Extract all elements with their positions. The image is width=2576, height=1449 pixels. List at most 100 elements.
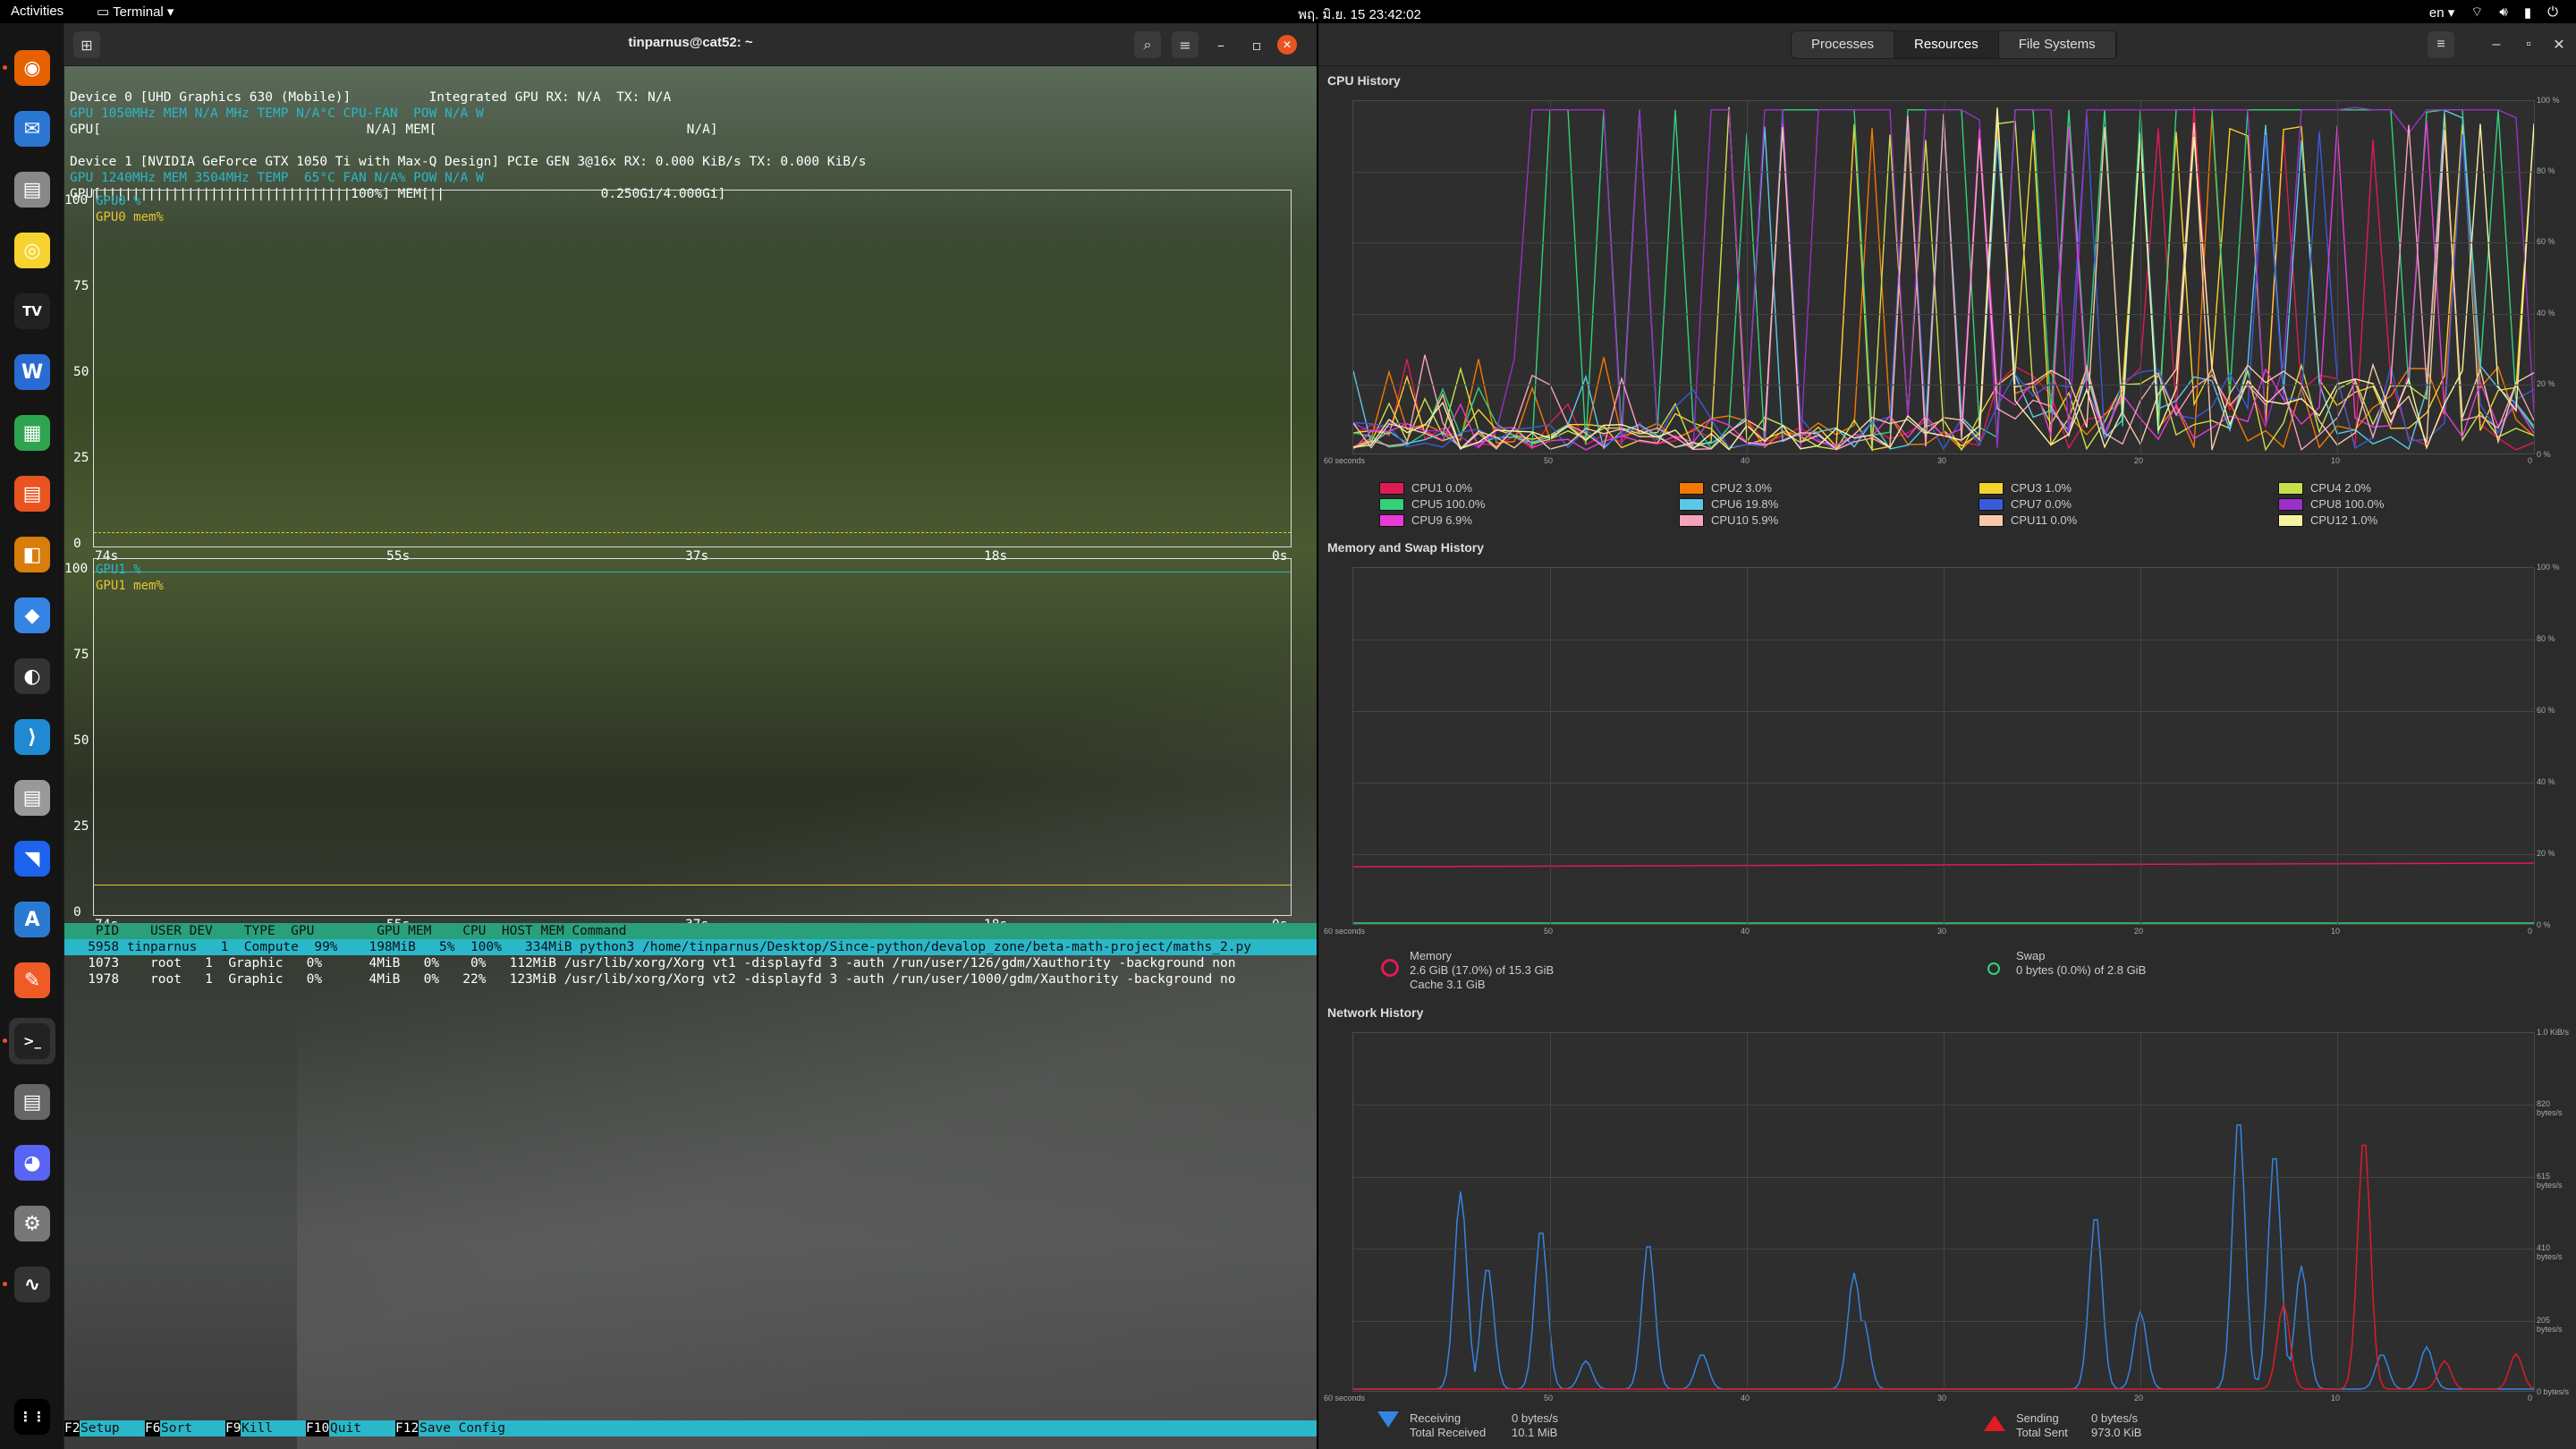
discord-icon[interactable]: ◕ bbox=[9, 1140, 55, 1186]
writer-icon[interactable]: W bbox=[9, 349, 55, 395]
cpu-legend-item[interactable]: CPU5 100.0% bbox=[1379, 497, 1485, 511]
cpu-legend-item[interactable]: CPU4 2.0% bbox=[2278, 481, 2371, 495]
color-swatch[interactable] bbox=[1379, 513, 1404, 527]
y-axis-label: 100 % bbox=[2537, 96, 2560, 105]
x-axis-label: 20 bbox=[2134, 1394, 2144, 1402]
process-row[interactable]: 1978 root 1 Graphic 0% 4MiB 0% 22% 123Mi… bbox=[64, 971, 1317, 987]
draw-glyph: ◧ bbox=[14, 537, 50, 572]
tab-file-systems[interactable]: File Systems bbox=[1998, 31, 2116, 58]
app-menu[interactable]: ▭ Terminal ▾ bbox=[97, 4, 174, 20]
document-viewer-icon[interactable]: ▤ bbox=[9, 1079, 55, 1125]
database-icon[interactable]: ▤ bbox=[9, 775, 55, 821]
firefox-icon[interactable]: ◉ bbox=[9, 45, 55, 91]
fkey-f9[interactable]: F9 bbox=[225, 1420, 242, 1436]
process-row[interactable]: 1073 root 1 Graphic 0% 4MiB 0% 0% 112MiB… bbox=[64, 955, 1317, 971]
grid-line bbox=[1550, 1033, 1551, 1391]
grid-line bbox=[1944, 568, 1945, 924]
language-indicator[interactable]: en ▾ bbox=[2429, 4, 2454, 21]
fkey-f10[interactable]: F10 bbox=[306, 1420, 330, 1436]
color-swatch[interactable] bbox=[1679, 513, 1704, 527]
cpu-legend-item[interactable]: CPU7 0.0% bbox=[1979, 497, 2072, 511]
thunderbird-icon[interactable]: ✉ bbox=[9, 106, 55, 152]
draw-icon[interactable]: ◧ bbox=[9, 531, 55, 578]
menu-icon[interactable]: ≡ bbox=[1172, 31, 1199, 58]
color-swatch[interactable] bbox=[1979, 497, 2004, 511]
cpu-legend-label: CPU11 0.0% bbox=[2011, 513, 2078, 527]
fkey-f12[interactable]: F12 bbox=[395, 1420, 419, 1436]
terminal-icon[interactable]: >_ bbox=[9, 1018, 55, 1064]
cpu-legend-item[interactable]: CPU12 1.0% bbox=[2278, 513, 2377, 527]
cpu-legend-item[interactable]: CPU11 0.0% bbox=[1979, 513, 2077, 527]
fkey-f2[interactable]: F2 bbox=[64, 1420, 80, 1436]
software-icon[interactable]: ◆ bbox=[9, 592, 55, 639]
tab-resources[interactable]: Resources bbox=[1894, 31, 1999, 58]
power-menu-icon[interactable]: ⏻ bbox=[2547, 4, 2558, 20]
color-swatch[interactable] bbox=[2278, 513, 2303, 527]
maximize-icon[interactable]: ▫ bbox=[1243, 31, 1270, 58]
battery-icon[interactable]: ▮ bbox=[2524, 4, 2531, 21]
grid-line bbox=[1353, 172, 2534, 174]
settings-icon[interactable]: ⚙ bbox=[9, 1200, 55, 1247]
x-axis-label: 10 bbox=[2331, 927, 2341, 936]
grid-line bbox=[1353, 242, 2534, 244]
nvtop-output[interactable]: Device 0 [UHD Graphics 630 (Mobile)] Int… bbox=[70, 66, 1313, 201]
color-swatch[interactable] bbox=[1379, 481, 1404, 495]
fkey-f6[interactable]: F6 bbox=[145, 1420, 161, 1436]
x-axis-label: 40 bbox=[1741, 1394, 1750, 1402]
writer-glyph: W bbox=[14, 354, 50, 390]
vscode-icon[interactable]: ⟩ bbox=[9, 714, 55, 760]
system-monitor-icon[interactable]: ∿ bbox=[9, 1261, 55, 1308]
color-swatch[interactable] bbox=[2278, 481, 2303, 495]
cpu-legend-item[interactable]: CPU9 6.9% bbox=[1379, 513, 1472, 527]
cpu-history-title: CPU History bbox=[1327, 73, 1401, 88]
rhythmbox-icon[interactable]: ◎ bbox=[9, 227, 55, 274]
tab-processes[interactable]: Processes bbox=[1792, 31, 1895, 58]
postman-icon[interactable]: ✎ bbox=[9, 957, 55, 1004]
cpu-legend-item[interactable]: CPU2 3.0% bbox=[1679, 481, 1772, 495]
impress-icon[interactable]: ▤ bbox=[9, 470, 55, 517]
color-swatch[interactable] bbox=[1979, 513, 2004, 527]
search-icon[interactable]: ⌕ bbox=[1134, 31, 1161, 58]
color-swatch[interactable] bbox=[2278, 497, 2303, 511]
minimize-icon[interactable]: – bbox=[2483, 31, 2510, 58]
process-row-selected[interactable]: 5958 tinparnus 1 Compute 99% 198MiB 5% 1… bbox=[64, 939, 1317, 955]
color-swatch[interactable] bbox=[1379, 497, 1404, 511]
cpu-legend-item[interactable]: CPU10 5.9% bbox=[1679, 513, 1778, 527]
menu-icon[interactable]: ≡ bbox=[2428, 31, 2454, 58]
cpu-legend-item[interactable]: CPU3 1.0% bbox=[1979, 481, 2072, 495]
color-swatch[interactable] bbox=[1979, 481, 2004, 495]
download-arrow-icon bbox=[1377, 1411, 1399, 1428]
x-axis-label: 60 seconds bbox=[1324, 456, 1366, 465]
volume-icon[interactable]: 🔊︎ bbox=[2499, 4, 2507, 20]
gpu0-mem-line bbox=[94, 532, 1291, 533]
cpu-legend-item[interactable]: CPU6 19.8% bbox=[1679, 497, 1778, 511]
y-axis-label: 20 % bbox=[2537, 849, 2555, 858]
activities-button[interactable]: Activities bbox=[11, 4, 64, 19]
x-axis-label: 50 bbox=[1544, 927, 1554, 936]
maximize-icon[interactable]: ▫ bbox=[2515, 31, 2542, 58]
files-icon[interactable]: ▤ bbox=[9, 166, 55, 213]
tradingview-icon[interactable]: TV bbox=[9, 288, 55, 335]
docker-glyph: ◥ bbox=[14, 841, 50, 877]
color-swatch[interactable] bbox=[1679, 481, 1704, 495]
color-swatch[interactable] bbox=[1679, 497, 1704, 511]
clock[interactable]: พฤ. มิ.ย. 15 23:42:02 bbox=[1252, 4, 1467, 25]
swap-text: Swap 0 bytes (0.0%) of 2.8 GiB bbox=[2016, 949, 2146, 978]
show-apps-icon[interactable]: ⋮⋮ bbox=[9, 1394, 55, 1440]
discord-glyph: ◕ bbox=[14, 1145, 50, 1181]
minimize-icon[interactable]: – bbox=[1208, 31, 1234, 58]
calc-icon[interactable]: ▦ bbox=[9, 410, 55, 456]
cpu-legend-item[interactable]: CPU8 100.0% bbox=[2278, 497, 2384, 511]
network-icon[interactable]: ⌔ bbox=[2470, 4, 2483, 21]
close-icon[interactable]: ✕ bbox=[1277, 35, 1297, 55]
appstore-icon[interactable]: A bbox=[9, 896, 55, 943]
close-icon[interactable]: ✕ bbox=[2546, 31, 2572, 58]
grid-line bbox=[2140, 101, 2141, 453]
x-axis-label: 40 bbox=[1741, 927, 1750, 936]
docker-icon[interactable]: ◥ bbox=[9, 835, 55, 882]
cpu-legend-label: CPU4 2.0% bbox=[2310, 481, 2371, 495]
y-tick-label: 75 bbox=[73, 648, 89, 662]
obs-icon[interactable]: ◐ bbox=[9, 653, 55, 699]
grid-line bbox=[1353, 384, 2534, 386]
cpu-legend-item[interactable]: CPU1 0.0% bbox=[1379, 481, 1472, 495]
